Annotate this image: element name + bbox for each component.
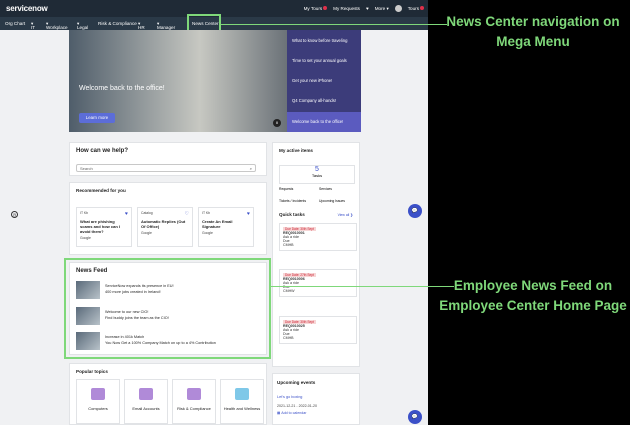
event-name[interactable]: Let's go boxing xyxy=(277,395,302,399)
rec-source: IT Kb xyxy=(202,211,211,215)
feed-callout-line xyxy=(271,286,454,287)
rec-card-signature[interactable]: IT Kb ♥ Create An Email Signature Google xyxy=(198,207,254,247)
help-card: How can we help? Search ⌕ xyxy=(69,142,267,176)
my-requests-link[interactable]: My Requests xyxy=(333,6,360,11)
calendar-icon: ▦ xyxy=(277,411,281,415)
nav-org-chart[interactable]: Org Chart xyxy=(5,21,25,26)
mega-item-goals[interactable]: Time to set your annual goals xyxy=(292,58,347,63)
hero-banner: Welcome back to the office! Learn more I… xyxy=(69,30,287,132)
upcoming-events-title: Upcoming events xyxy=(277,380,316,385)
add-to-calendar-link[interactable]: ▦ Add to calendar xyxy=(277,411,306,415)
nav-hr[interactable]: HR ▾ xyxy=(138,21,145,30)
nav-risk-compliance[interactable]: Risk & Compliance xyxy=(98,21,137,26)
heart-icon[interactable]: ♡ xyxy=(185,211,189,217)
topic-health-wellness[interactable]: Health and Wellness xyxy=(220,379,264,424)
pause-icon[interactable]: II xyxy=(273,119,281,127)
link-tickets[interactable]: Tickets / Incidents xyxy=(279,199,306,203)
mega-item-office[interactable]: Welcome back to the office! xyxy=(287,112,361,132)
view-all-link[interactable]: View all ❯ xyxy=(338,213,353,217)
my-tours-link[interactable]: My Tours xyxy=(304,6,328,11)
screenshot: servicenow My Tours My Requests ♥ More ▾… xyxy=(0,0,428,425)
email-icon xyxy=(139,388,153,400)
nav-it[interactable]: IT ▾ xyxy=(31,21,35,30)
link-requests[interactable]: Requests xyxy=(279,187,293,191)
logo[interactable]: servicenow xyxy=(6,4,48,13)
nav-manager-hub[interactable]: Manager Hub ▾ xyxy=(157,21,175,35)
feed-annotation: Employee News Feed on Employee Center Hom… xyxy=(439,278,627,313)
active-items-title: My active items xyxy=(279,148,313,153)
nav-callout-line xyxy=(221,24,447,25)
hero-title: Welcome back to the office! xyxy=(79,85,165,92)
recommended-title: Recommended for you xyxy=(76,188,126,193)
clock-icon[interactable]: ◷ xyxy=(11,211,18,218)
quick-tasks-title: Quick tasks xyxy=(279,212,305,217)
avatar[interactable] xyxy=(394,5,402,12)
popular-topics-title: Popular topics xyxy=(76,369,108,374)
right-column: My active items 5 Tasks Requests Service… xyxy=(272,142,360,367)
quick-task-card[interactable]: Due Date: 30th Sept REQ0010025 Ask a rid… xyxy=(279,316,357,344)
search-icon[interactable]: ⌕ xyxy=(250,165,252,172)
learn-more-button[interactable]: Learn more xyxy=(79,113,115,123)
computer-icon xyxy=(91,388,105,400)
topic-computers[interactable]: Computers xyxy=(76,379,120,424)
mega-item-iphone[interactable]: Get your new iPhone! xyxy=(292,78,332,83)
rec-meta: Google xyxy=(80,236,91,240)
nav-annotation: News Center navigation on Mega Menu xyxy=(446,14,620,49)
rec-title: Automatic Replies (Out Of Office) xyxy=(141,219,186,229)
link-services[interactable]: Services xyxy=(319,187,332,191)
heart-icon[interactable]: ♥ xyxy=(125,211,128,217)
clipboard-icon xyxy=(187,388,201,400)
topic-risk-compliance[interactable]: Risk & Compliance xyxy=(172,379,216,424)
heart-icon[interactable]: ♥ xyxy=(366,6,369,11)
top-links: My Tours My Requests ♥ More ▾ Tours xyxy=(304,5,424,12)
rec-card-phishing[interactable]: IT Kb ♥ What are phishing scams and how … xyxy=(76,207,132,247)
help-title: How can we help? xyxy=(76,148,129,154)
rec-title: Create An Email Signature xyxy=(202,219,233,229)
rec-card-auto-reply[interactable]: Catalog ♡ Automatic Replies (Out Of Offi… xyxy=(137,207,193,247)
topic-email-accounts[interactable]: Email Accounts xyxy=(124,379,168,424)
search-input[interactable]: Search ⌕ xyxy=(76,164,256,172)
mega-item-travel[interactable]: What to know before traveling xyxy=(292,38,347,43)
quick-task-card[interactable]: Due Date: 27th Sept REQ0010006 Ask a rid… xyxy=(279,269,357,297)
tours-badge xyxy=(420,6,424,10)
tasks-label: Tasks xyxy=(311,173,323,178)
link-upcoming-issues[interactable]: Upcoming Issues xyxy=(319,199,345,203)
heart-icon[interactable]: ♥ xyxy=(247,211,250,217)
tours-link[interactable]: Tours xyxy=(408,6,424,11)
chat-icon[interactable]: 💬 xyxy=(408,204,422,218)
nav-workplace[interactable]: Workplace ▾ xyxy=(46,21,68,30)
rec-meta: Google xyxy=(141,231,152,235)
quick-task-card[interactable]: Due Date: 30th Sept REQ0010001 Ask a rid… xyxy=(279,223,357,251)
mega-item-all-hands[interactable]: Q4 Company all-hands! xyxy=(292,98,336,103)
tasks-counter[interactable]: 5 Tasks xyxy=(279,165,355,184)
rec-source: IT Kb xyxy=(80,211,89,215)
rec-meta: Google xyxy=(202,231,213,235)
heart-icon xyxy=(235,388,249,400)
nav-legal[interactable]: Legal ▾ xyxy=(77,21,88,30)
tasks-count: 5 xyxy=(315,166,319,173)
notification-badge xyxy=(323,6,328,10)
popular-topics-card: Popular topics Computers Email Accounts … xyxy=(69,363,267,425)
rec-title: What are phishing scams and how can I av… xyxy=(80,219,121,234)
mega-menu: What to know before traveling Time to se… xyxy=(287,30,361,132)
upcoming-events-card: Upcoming events Let's go boxing 2021-12-… xyxy=(272,373,360,425)
rec-source: Catalog xyxy=(141,211,153,215)
recommended-card: Recommended for you IT Kb ♥ What are phi… xyxy=(69,182,267,255)
news-feed-highlight xyxy=(64,258,271,359)
chat-bubble-icon[interactable]: 💬 xyxy=(408,410,422,424)
event-date: 2021-12-21 - 2022-01-20 xyxy=(277,404,317,408)
more-link[interactable]: More ▾ xyxy=(375,6,389,12)
